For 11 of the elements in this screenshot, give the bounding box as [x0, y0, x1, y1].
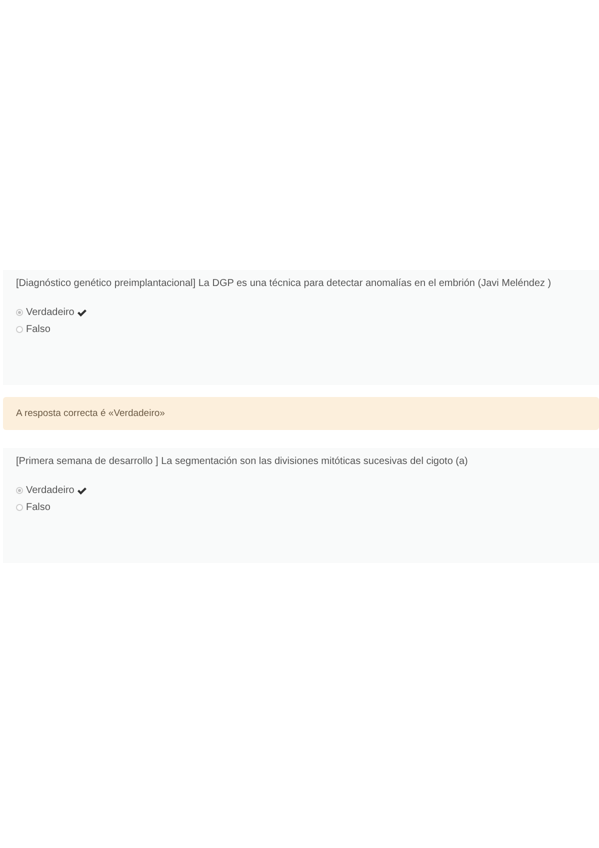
radio-button[interactable] — [16, 487, 23, 494]
feedback-message: A resposta correcta é «Verdadeiro» — [3, 397, 599, 430]
option-label: Falso — [26, 324, 50, 335]
question-text: [Primera semana de desarrollo ] La segmentación son las divisiones mitóticas sucesivas del cigoto (a) — [16, 456, 469, 467]
option-label: Falso — [26, 502, 50, 513]
option-label: Verdadeiro — [26, 307, 74, 318]
radio-button[interactable] — [16, 309, 23, 316]
radio-button[interactable] — [16, 504, 23, 511]
question-text: [Diagnóstico genético preimplantacional] La DGP es una técnica para detectar anomalías en el embrión (Javi Meléndez ) — [16, 278, 552, 289]
radio-button[interactable] — [16, 326, 23, 333]
option-label: Verdadeiro — [26, 485, 74, 496]
